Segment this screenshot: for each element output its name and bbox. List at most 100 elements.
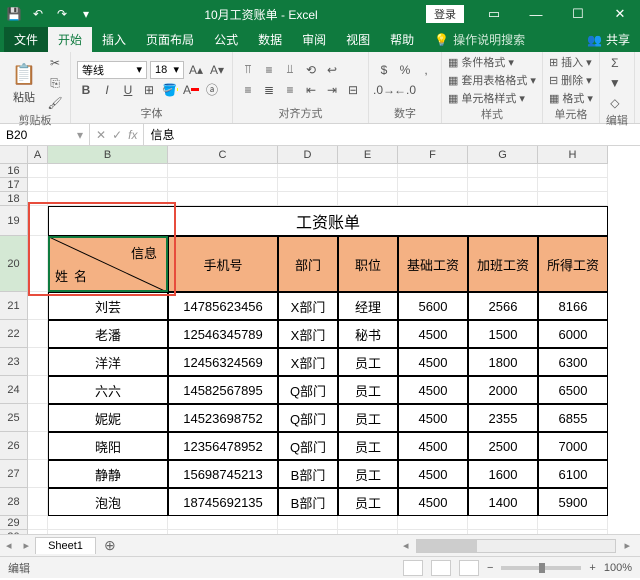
table-cell[interactable]: X部门: [278, 292, 338, 320]
tab-insert[interactable]: 插入: [92, 27, 136, 52]
table-cell[interactable]: 5900: [538, 488, 608, 516]
table-cell[interactable]: 6000: [538, 320, 608, 348]
hscroll-left-icon[interactable]: ◂: [397, 539, 415, 552]
row-header[interactable]: 29: [0, 516, 28, 530]
table-cell[interactable]: 洋洋: [48, 348, 168, 376]
zoom-slider[interactable]: [501, 566, 581, 570]
fill-icon[interactable]: ▼: [606, 74, 624, 92]
row-header[interactable]: 24: [0, 376, 28, 404]
tab-help[interactable]: 帮助: [380, 27, 424, 52]
zoom-thumb[interactable]: [539, 563, 545, 573]
table-cell[interactable]: 4500: [398, 348, 468, 376]
row-header[interactable]: 17: [0, 178, 28, 192]
clear-icon[interactable]: ◇: [606, 94, 624, 112]
italic-button[interactable]: I: [98, 81, 116, 99]
table-cell[interactable]: 2566: [468, 292, 538, 320]
row-header[interactable]: 19: [0, 206, 28, 236]
table-cell[interactable]: 1600: [468, 460, 538, 488]
currency-icon[interactable]: $: [375, 61, 393, 79]
tab-file[interactable]: 文件: [4, 27, 48, 52]
tellme-search[interactable]: 💡操作说明搜索: [424, 27, 535, 52]
save-icon[interactable]: 💾: [4, 3, 24, 25]
table-cell[interactable]: 5600: [398, 292, 468, 320]
row-header[interactable]: 18: [0, 192, 28, 206]
table-cell[interactable]: 员工: [338, 376, 398, 404]
table-cell[interactable]: 7000: [538, 432, 608, 460]
table-header[interactable]: 部门: [278, 236, 338, 292]
align-right-icon[interactable]: ≡: [281, 81, 299, 99]
tab-layout[interactable]: 页面布局: [136, 27, 204, 52]
column-header[interactable]: H: [538, 146, 608, 164]
ribbon-options-icon[interactable]: ▭: [474, 0, 514, 28]
table-cell[interactable]: 6855: [538, 404, 608, 432]
delete-cells-button[interactable]: ⊟ 删除 ▾: [549, 72, 593, 88]
align-left-icon[interactable]: ≡: [239, 81, 257, 99]
table-cell[interactable]: 6300: [538, 348, 608, 376]
table-cell[interactable]: 15698745213: [168, 460, 278, 488]
cond-format-button[interactable]: ▦条件格式 ▾: [448, 54, 536, 70]
table-cell[interactable]: 静静: [48, 460, 168, 488]
confirm-edit-icon[interactable]: ✓: [112, 128, 122, 142]
table-cell[interactable]: 泡泡: [48, 488, 168, 516]
table-cell[interactable]: 2355: [468, 404, 538, 432]
row-header[interactable]: 21: [0, 292, 28, 320]
normal-view-icon[interactable]: [403, 560, 423, 576]
close-icon[interactable]: ✕: [600, 0, 640, 28]
row-header[interactable]: 28: [0, 488, 28, 516]
table-cell[interactable]: 员工: [338, 460, 398, 488]
table-cell[interactable]: X部门: [278, 320, 338, 348]
page-break-view-icon[interactable]: [459, 560, 479, 576]
phonetic-icon[interactable]: ⓐ: [203, 81, 221, 99]
column-header[interactable]: B: [48, 146, 168, 164]
table-cell[interactable]: 4500: [398, 404, 468, 432]
table-cell[interactable]: Q部门: [278, 376, 338, 404]
zoom-in-icon[interactable]: +: [589, 562, 595, 574]
zoom-level[interactable]: 100%: [604, 562, 632, 574]
merge-icon[interactable]: ⊟: [344, 81, 362, 99]
add-sheet-icon[interactable]: ⊕: [96, 537, 124, 554]
table-cell[interactable]: 2500: [468, 432, 538, 460]
sheet-nav-prev-icon[interactable]: ◂: [0, 539, 18, 552]
table-cell[interactable]: 老潘: [48, 320, 168, 348]
shrink-font-icon[interactable]: A▾: [208, 61, 226, 79]
row-header[interactable]: 26: [0, 432, 28, 460]
column-header[interactable]: E: [338, 146, 398, 164]
diagonal-header-cell[interactable]: 信息姓名: [48, 236, 168, 292]
select-all-corner[interactable]: [0, 146, 28, 164]
tab-formula[interactable]: 公式: [204, 27, 248, 52]
table-cell[interactable]: B部门: [278, 460, 338, 488]
table-cell[interactable]: 六六: [48, 376, 168, 404]
table-header[interactable]: 加班工资: [468, 236, 538, 292]
column-header[interactable]: A: [28, 146, 48, 164]
cancel-edit-icon[interactable]: ✕: [96, 128, 106, 142]
sheet-nav-next-icon[interactable]: ▸: [18, 539, 36, 552]
table-cell[interactable]: 秘书: [338, 320, 398, 348]
table-cell[interactable]: 1400: [468, 488, 538, 516]
row-header[interactable]: 22: [0, 320, 28, 348]
table-cell[interactable]: 员工: [338, 488, 398, 516]
table-cell[interactable]: 12546345789: [168, 320, 278, 348]
table-header[interactable]: 所得工资: [538, 236, 608, 292]
table-cell[interactable]: 8166: [538, 292, 608, 320]
row-header[interactable]: 23: [0, 348, 28, 376]
table-cell[interactable]: 1800: [468, 348, 538, 376]
cell-style-button[interactable]: ▦单元格样式 ▾: [448, 90, 536, 106]
table-header[interactable]: 手机号: [168, 236, 278, 292]
table-cell[interactable]: 4500: [398, 376, 468, 404]
table-cell[interactable]: 妮妮: [48, 404, 168, 432]
underline-button[interactable]: U: [119, 81, 137, 99]
table-cell[interactable]: X部门: [278, 348, 338, 376]
table-cell[interactable]: B部门: [278, 488, 338, 516]
table-header[interactable]: 职位: [338, 236, 398, 292]
align-center-icon[interactable]: ≣: [260, 81, 278, 99]
table-cell[interactable]: 6500: [538, 376, 608, 404]
row-header[interactable]: 20: [0, 236, 28, 292]
redo-icon[interactable]: ↷: [52, 3, 72, 25]
table-cell[interactable]: 2000: [468, 376, 538, 404]
align-top-icon[interactable]: ⫪: [239, 61, 257, 79]
hscroll-track[interactable]: [416, 539, 616, 553]
tab-data[interactable]: 数据: [248, 27, 292, 52]
table-title[interactable]: 工资账单: [48, 206, 608, 236]
table-cell[interactable]: 4500: [398, 432, 468, 460]
percent-icon[interactable]: %: [396, 61, 414, 79]
